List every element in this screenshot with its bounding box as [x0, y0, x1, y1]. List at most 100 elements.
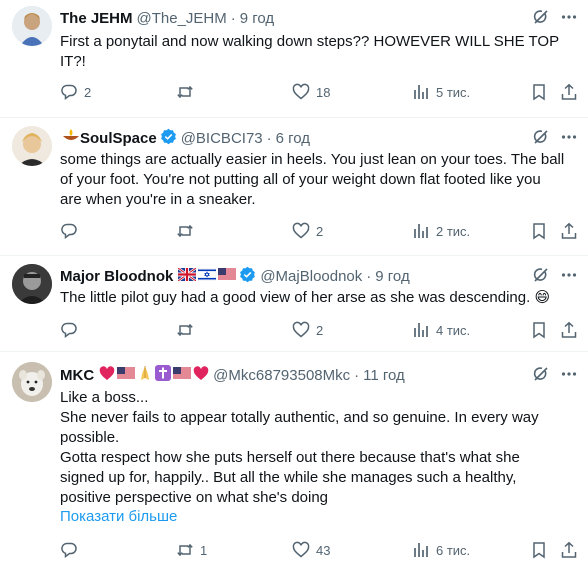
- avatar[interactable]: [12, 6, 52, 46]
- reply-count: 2: [84, 84, 92, 100]
- bookmark-button[interactable]: [530, 321, 548, 339]
- separator: ·: [266, 129, 272, 147]
- reply-button[interactable]: 2: [60, 83, 91, 101]
- avatar[interactable]: [12, 126, 52, 166]
- views-icon: [412, 541, 430, 559]
- text-line: The little pilot guy had a good view of …: [60, 289, 551, 306]
- tweet-corner-actions: [532, 128, 578, 146]
- views-button[interactable]: 2 тис.: [412, 222, 470, 240]
- like-icon: [292, 83, 310, 101]
- tweet-text: Like a boss... She never fails to appear…: [60, 388, 574, 508]
- author-handle[interactable]: @The_JEHM: [137, 10, 227, 27]
- avatar[interactable]: [12, 362, 52, 402]
- tweet-header: MKC @Mkc68793508Mkc · 11 год: [60, 365, 540, 385]
- heart-icon: [99, 365, 115, 385]
- grok-icon[interactable]: [532, 8, 550, 26]
- grok-icon[interactable]: [532, 128, 550, 146]
- views-count: 6 тис.: [436, 542, 471, 558]
- text-line: of your foot. You're not putting all of …: [60, 171, 541, 188]
- views-icon: [412, 83, 430, 101]
- text-line: First a ponytail and now walking down st…: [60, 33, 560, 50]
- more-icon[interactable]: [560, 365, 578, 383]
- timestamp[interactable]: 11 год: [363, 367, 405, 384]
- timestamp[interactable]: 9 год: [375, 268, 409, 285]
- bookmark-icon: [530, 321, 548, 339]
- author-name[interactable]: Major Bloodnok: [60, 268, 173, 285]
- text-line: Gotta respect how she puts herself out t…: [60, 449, 520, 466]
- retweet-icon: [176, 83, 194, 101]
- show-more-link[interactable]: Показати більше: [60, 508, 177, 525]
- text-line: signed up for, happily.. But all the whi…: [60, 469, 517, 486]
- tweet[interactable]: MKC @Mkc68793508Mkc · 11 год Like a boss…: [0, 352, 588, 563]
- author-handle[interactable]: @MajBloodnok: [260, 268, 362, 285]
- timestamp[interactable]: 9 год: [240, 10, 274, 27]
- views-button[interactable]: 5 тис.: [412, 83, 470, 101]
- views-button[interactable]: 4 тис.: [412, 321, 470, 339]
- grok-icon[interactable]: [532, 365, 550, 383]
- views-icon: [412, 321, 430, 339]
- like-icon: [292, 321, 310, 339]
- bookmark-icon: [530, 541, 548, 559]
- share-button[interactable]: [560, 541, 578, 559]
- reply-icon: [60, 321, 78, 339]
- like-button[interactable]: 18: [292, 83, 330, 101]
- verified-badge-icon[interactable]: [160, 128, 177, 149]
- author-handle[interactable]: @Mkc68793508Mkc: [213, 367, 350, 384]
- text-line: Like a boss...: [60, 389, 149, 406]
- author-name[interactable]: MKC: [60, 367, 94, 384]
- share-button[interactable]: [560, 83, 578, 101]
- tweet[interactable]: The JEHM @The_JEHM · 9 год First a ponyt…: [0, 0, 588, 118]
- reply-icon: [60, 541, 78, 559]
- share-button[interactable]: [560, 321, 578, 339]
- bookmark-button[interactable]: [530, 222, 548, 240]
- views-count: 4 тис.: [436, 322, 471, 338]
- like-count: 18: [316, 84, 331, 100]
- praying-hands-icon: [137, 365, 153, 385]
- views-count: 2 тис.: [436, 223, 471, 239]
- retweet-button[interactable]: [176, 222, 200, 240]
- share-button[interactable]: [560, 222, 578, 240]
- reply-button[interactable]: [60, 321, 84, 339]
- retweet-icon: [176, 321, 194, 339]
- grok-icon[interactable]: [532, 266, 550, 284]
- like-button[interactable]: 2: [292, 321, 323, 339]
- separator: ·: [230, 9, 236, 27]
- verified-badge-icon[interactable]: [239, 266, 256, 287]
- like-count: 43: [316, 542, 331, 558]
- retweet-button[interactable]: [176, 83, 200, 101]
- retweet-button[interactable]: 1: [176, 541, 207, 559]
- tweet-text: The little pilot guy had a good view of …: [60, 288, 574, 308]
- share-icon: [560, 222, 578, 240]
- timestamp[interactable]: 6 год: [276, 130, 310, 147]
- tweet[interactable]: Major Bloodnok @MajBloodnok · 9 год The …: [0, 256, 588, 352]
- share-icon: [560, 321, 578, 339]
- bookmark-button[interactable]: [530, 541, 548, 559]
- tweet[interactable]: SoulSpace @BICBCI73 · 6 год some things …: [0, 118, 588, 256]
- avatar[interactable]: [12, 264, 52, 304]
- reply-button[interactable]: [60, 222, 84, 240]
- like-button[interactable]: 2: [292, 222, 323, 240]
- reply-button[interactable]: [60, 541, 84, 559]
- author-name[interactable]: The JEHM: [60, 10, 133, 27]
- bookmark-icon: [530, 83, 548, 101]
- more-icon[interactable]: [560, 8, 578, 26]
- tweet-actions: 1 43 6 тис.: [60, 540, 578, 560]
- author-handle[interactable]: @BICBCI73: [181, 130, 263, 147]
- tweet-corner-actions: [532, 365, 578, 383]
- tweet-actions: 2 2 тис.: [60, 221, 578, 241]
- retweet-button[interactable]: [176, 321, 200, 339]
- author-name[interactable]: SoulSpace: [80, 130, 157, 147]
- retweet-icon: [176, 222, 194, 240]
- text-line: possible.: [60, 429, 120, 446]
- tweet-text: some things are actually easier in heels…: [60, 150, 574, 210]
- like-button[interactable]: 43: [292, 541, 330, 559]
- separator: ·: [354, 366, 360, 384]
- more-icon[interactable]: [560, 128, 578, 146]
- views-button[interactable]: 6 тис.: [412, 541, 470, 559]
- more-icon[interactable]: [560, 266, 578, 284]
- bookmark-button[interactable]: [530, 83, 548, 101]
- israel-flag-icon: [198, 267, 217, 285]
- text-line: She never fails to appear totally authen…: [60, 409, 539, 426]
- tweet-corner-actions: [532, 266, 578, 284]
- views-icon: [412, 222, 430, 240]
